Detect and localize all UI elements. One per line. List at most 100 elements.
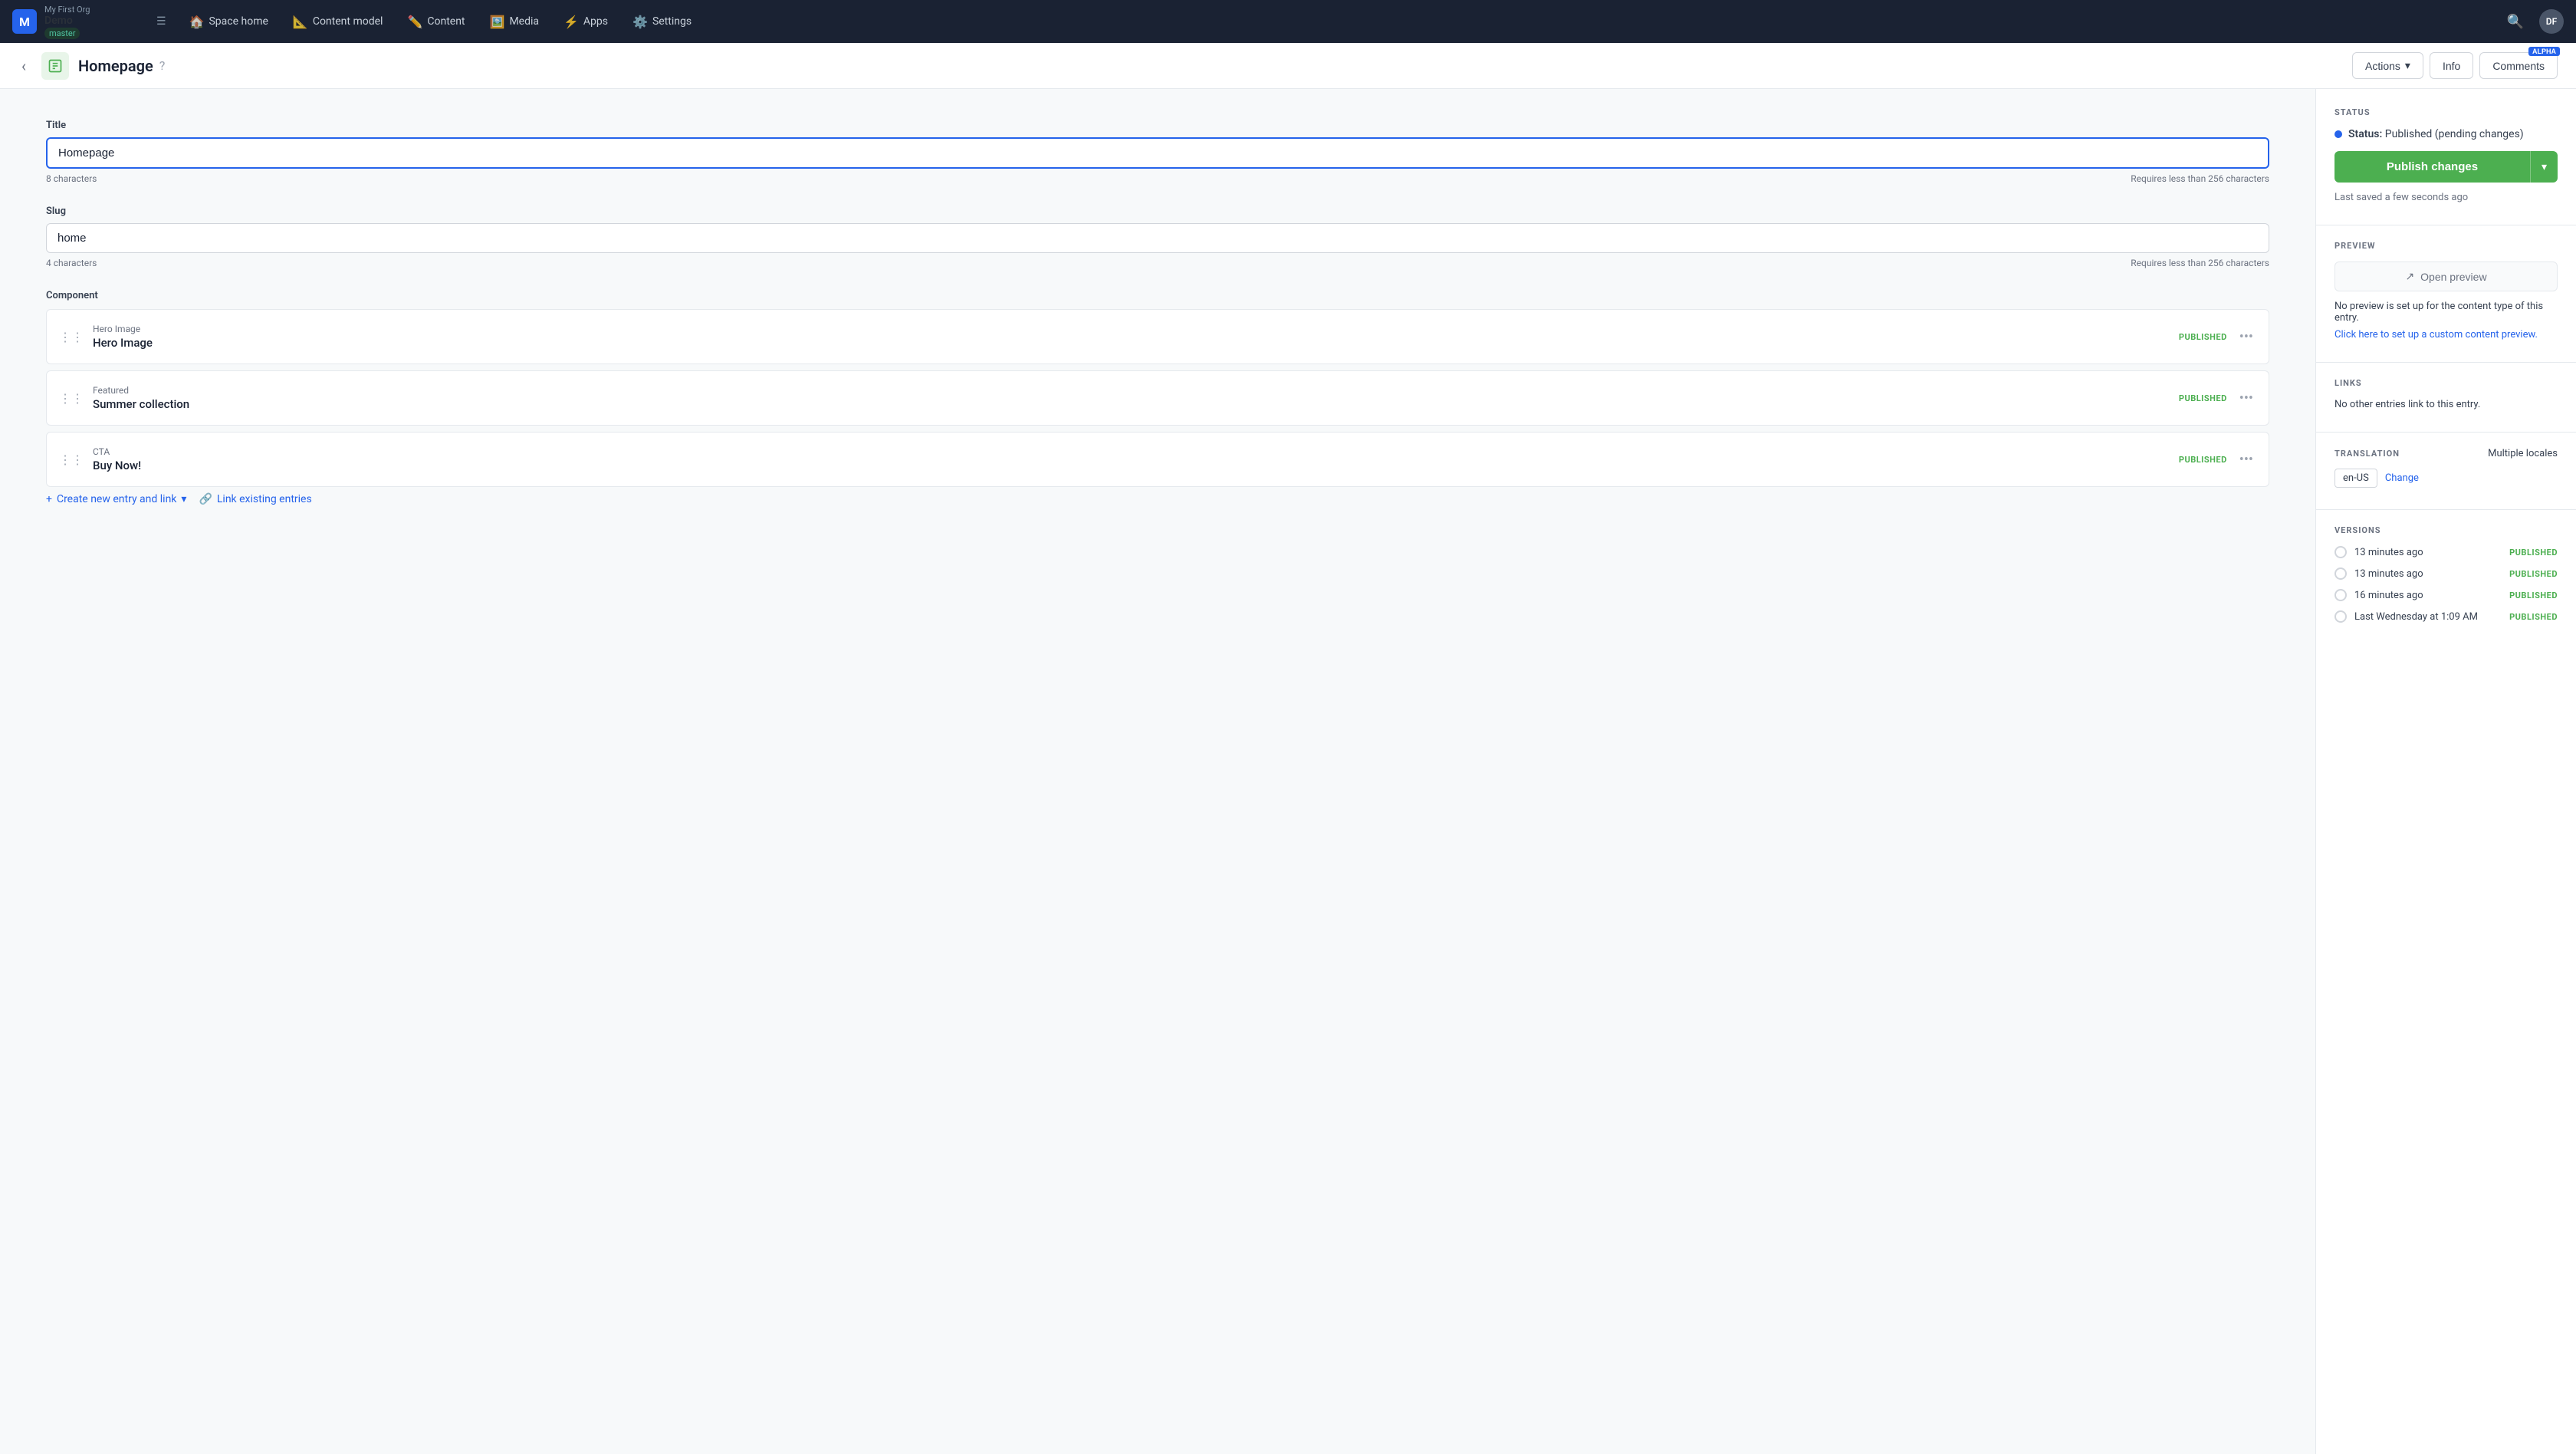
sidebar: STATUS Status: Published (pending change… bbox=[2315, 89, 2576, 1454]
brand-info: My First Org Demo master bbox=[44, 5, 90, 39]
card-menu-cta[interactable]: ••• bbox=[2236, 449, 2256, 471]
preview-note: No preview is set up for the content typ… bbox=[2334, 301, 2558, 324]
create-chevron-icon: ▾ bbox=[181, 493, 186, 505]
status-text: Status: Published (pending changes) bbox=[2348, 128, 2524, 140]
nav-links: 🏠 Space home 📐 Content model ✏️ Content … bbox=[179, 10, 2501, 34]
divider-2 bbox=[2316, 362, 2576, 363]
publish-button[interactable]: Publish changes bbox=[2334, 151, 2530, 183]
links-section-title: LINKS bbox=[2334, 378, 2558, 388]
nav-apps[interactable]: ⚡ Apps bbox=[553, 10, 619, 34]
version-status-1: PUBLISHED bbox=[2509, 569, 2558, 579]
drag-handle-cta[interactable]: ⋮⋮ bbox=[59, 452, 84, 467]
add-links: + Create new entry and link ▾ 🔗 Link exi… bbox=[46, 493, 2269, 505]
brand-icon: M bbox=[12, 9, 37, 34]
component-section-label: Component bbox=[46, 290, 2269, 301]
translation-header-row: TRANSLATION Multiple locales bbox=[2334, 448, 2558, 459]
version-radio-2[interactable] bbox=[2334, 589, 2347, 601]
publish-btn-wrapper: Publish changes ▾ bbox=[2334, 151, 2558, 183]
help-icon[interactable]: ? bbox=[159, 58, 166, 73]
preview-section: PREVIEW ↗ Open preview No preview is set… bbox=[2334, 241, 2558, 340]
info-label: Info bbox=[2443, 60, 2460, 72]
link-existing-entries-label: Link existing entries bbox=[217, 493, 312, 505]
version-time-3: Last Wednesday at 1:09 AM bbox=[2354, 611, 2502, 623]
nav-right: 🔍 DF bbox=[2501, 8, 2564, 36]
card-status-featured: PUBLISHED bbox=[2179, 393, 2227, 403]
set-preview-link[interactable]: Click here to set up a custom content pr… bbox=[2334, 329, 2538, 340]
title-field-label: Title bbox=[46, 120, 2269, 131]
component-card-hero: ⋮⋮ Hero Image Hero Image PUBLISHED ••• bbox=[46, 309, 2269, 364]
card-content-cta: CTA Buy Now! bbox=[93, 446, 2179, 472]
slug-char-limit: Requires less than 256 characters bbox=[2131, 258, 2269, 268]
link-existing-entries-link[interactable]: 🔗 Link existing entries bbox=[199, 493, 311, 505]
status-dot bbox=[2334, 130, 2342, 138]
drag-handle-featured[interactable]: ⋮⋮ bbox=[59, 391, 84, 406]
create-new-entry-label: Create new entry and link bbox=[57, 493, 176, 505]
title-field-meta: 8 characters Requires less than 256 char… bbox=[46, 173, 2269, 184]
version-time-2: 16 minutes ago bbox=[2354, 590, 2502, 601]
card-name-cta: Buy Now! bbox=[93, 459, 2179, 472]
card-right-hero: PUBLISHED ••• bbox=[2179, 326, 2256, 348]
component-card-featured: ⋮⋮ Featured Summer collection PUBLISHED … bbox=[46, 370, 2269, 426]
top-navigation: M My First Org Demo master ☰ 🏠 Space hom… bbox=[0, 0, 2576, 43]
title-char-count: 8 characters bbox=[46, 173, 97, 184]
slug-input[interactable] bbox=[46, 223, 2269, 253]
entry-type-icon bbox=[41, 52, 69, 80]
home-icon: 🏠 bbox=[189, 15, 205, 29]
media-icon: 🖼️ bbox=[490, 15, 505, 29]
open-preview-button[interactable]: ↗ Open preview bbox=[2334, 262, 2558, 291]
nav-settings[interactable]: ⚙️ Settings bbox=[622, 10, 702, 34]
avatar[interactable]: DF bbox=[2539, 9, 2564, 34]
slug-char-count: 4 characters bbox=[46, 258, 97, 268]
nav-content[interactable]: ✏️ Content bbox=[396, 10, 475, 34]
versions-section-title: VERSIONS bbox=[2334, 525, 2558, 535]
nav-media[interactable]: 🖼️ Media bbox=[479, 10, 550, 34]
card-type-cta: CTA bbox=[93, 446, 2179, 457]
nav-content-label: Content bbox=[427, 15, 465, 28]
plus-icon: + bbox=[46, 493, 52, 505]
version-radio-1[interactable] bbox=[2334, 567, 2347, 580]
actions-label: Actions bbox=[2365, 60, 2400, 72]
back-button[interactable]: ‹ bbox=[18, 54, 29, 78]
change-locale-link[interactable]: Change bbox=[2385, 472, 2419, 484]
menu-toggle-button[interactable]: ☰ bbox=[150, 9, 172, 34]
card-right-featured: PUBLISHED ••• bbox=[2179, 387, 2256, 410]
version-time-1: 13 minutes ago bbox=[2354, 568, 2502, 580]
publish-dropdown-button[interactable]: ▾ bbox=[2530, 151, 2558, 183]
slug-field-group: Slug 4 characters Requires less than 256… bbox=[46, 206, 2269, 268]
title-input[interactable] bbox=[46, 137, 2269, 169]
component-section: Component ⋮⋮ Hero Image Hero Image PUBLI… bbox=[46, 290, 2269, 505]
links-note: No other entries link to this entry. bbox=[2334, 399, 2558, 410]
search-button[interactable]: 🔍 bbox=[2501, 8, 2530, 36]
info-button[interactable]: Info bbox=[2430, 52, 2473, 79]
card-menu-featured[interactable]: ••• bbox=[2236, 387, 2256, 410]
settings-icon: ⚙️ bbox=[632, 15, 648, 29]
divider-3 bbox=[2316, 432, 2576, 433]
content-area: Title 8 characters Requires less than 25… bbox=[0, 89, 2315, 1454]
version-radio-0[interactable] bbox=[2334, 546, 2347, 558]
translation-section: TRANSLATION Multiple locales en-US Chang… bbox=[2334, 448, 2558, 488]
status-value: Published (pending changes) bbox=[2385, 128, 2524, 140]
nav-media-label: Media bbox=[509, 15, 539, 28]
actions-button[interactable]: Actions ▾ bbox=[2352, 52, 2423, 79]
version-item-0: 13 minutes ago PUBLISHED bbox=[2334, 546, 2558, 558]
version-time-0: 13 minutes ago bbox=[2354, 547, 2502, 558]
entry-icon-svg bbox=[48, 58, 63, 74]
last-saved: Last saved a few seconds ago bbox=[2334, 192, 2558, 203]
version-status-3: PUBLISHED bbox=[2509, 612, 2558, 622]
card-name-featured: Summer collection bbox=[93, 397, 2179, 411]
card-right-cta: PUBLISHED ••• bbox=[2179, 449, 2256, 471]
version-radio-3[interactable] bbox=[2334, 610, 2347, 623]
nav-content-model-label: Content model bbox=[313, 15, 383, 28]
slug-field-meta: 4 characters Requires less than 256 char… bbox=[46, 258, 2269, 268]
version-status-2: PUBLISHED bbox=[2509, 590, 2558, 600]
comments-button[interactable]: ALPHA Comments bbox=[2479, 52, 2558, 79]
nav-apps-label: Apps bbox=[583, 15, 608, 28]
entry-header: ‹ Homepage ? Actions ▾ Info ALPHA Commen… bbox=[0, 43, 2576, 89]
nav-content-model[interactable]: 📐 Content model bbox=[282, 10, 394, 34]
status-row: Status: Published (pending changes) bbox=[2334, 128, 2558, 140]
nav-space-home[interactable]: 🏠 Space home bbox=[179, 10, 279, 34]
create-new-entry-link[interactable]: + Create new entry and link ▾ bbox=[46, 493, 186, 505]
card-menu-hero[interactable]: ••• bbox=[2236, 326, 2256, 348]
drag-handle-hero[interactable]: ⋮⋮ bbox=[59, 330, 84, 344]
version-item-3: Last Wednesday at 1:09 AM PUBLISHED bbox=[2334, 610, 2558, 623]
